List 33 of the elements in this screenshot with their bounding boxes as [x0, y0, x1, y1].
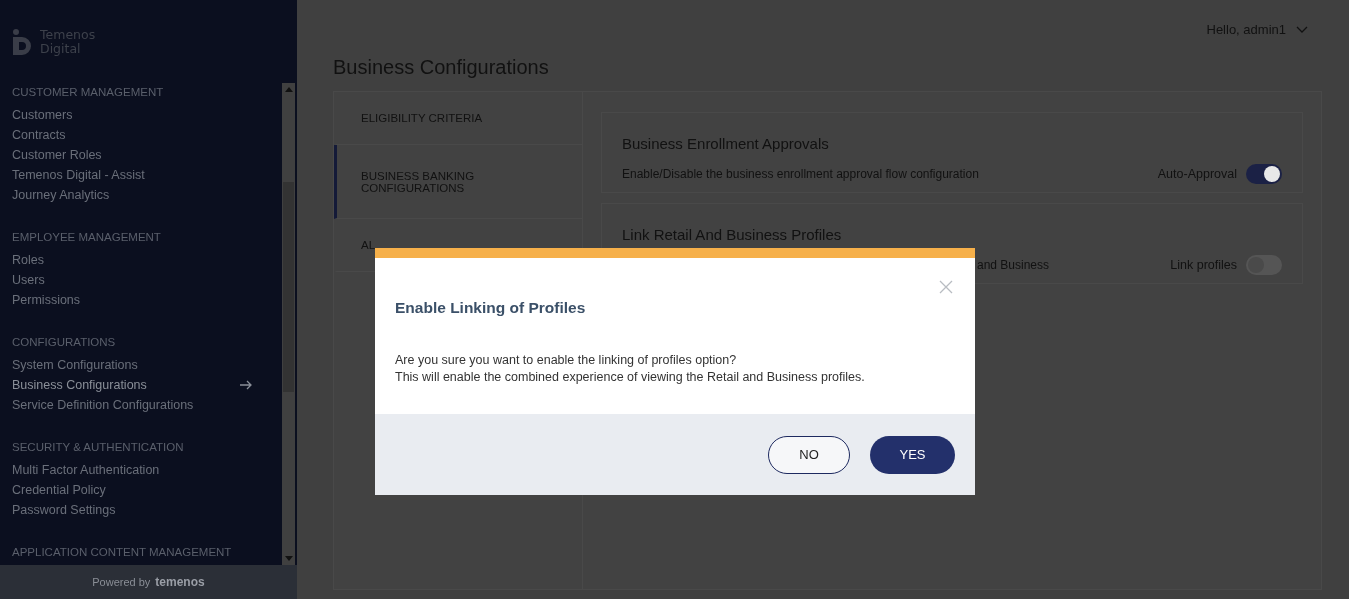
section-heading: SECURITY & AUTHENTICATION: [12, 441, 185, 453]
nav-item[interactable]: Business Configurations: [12, 375, 252, 395]
dialog-title: Enable Linking of Profiles: [395, 299, 587, 317]
nav-item[interactable]: Temenos Digital - Assist: [12, 165, 252, 185]
scrollbar-thumb[interactable]: [283, 182, 294, 392]
nav-item[interactable]: Password Settings: [12, 500, 252, 520]
section-heading: EMPLOYEE MANAGEMENT: [12, 231, 162, 243]
nav-item[interactable]: Service Definition Configurations: [12, 395, 252, 415]
brand-name: temenos: [155, 575, 205, 589]
close-icon[interactable]: [939, 280, 953, 294]
scroll-down-icon[interactable]: [284, 556, 293, 561]
chevron-down-icon: [1296, 26, 1308, 33]
nav-item[interactable]: Contracts: [12, 125, 252, 145]
section-heading: APPLICATION CONTENT MANAGEMENT: [12, 546, 233, 558]
cancel-button[interactable]: NO: [768, 435, 850, 474]
toggle-switch[interactable]: [1246, 164, 1282, 184]
section-heading: CONFIGURATIONS: [12, 336, 117, 348]
powered-by-text: Powered by: [92, 576, 151, 588]
confirm-button[interactable]: YES: [870, 435, 955, 474]
nav-item[interactable]: Multi Factor Authentication: [12, 460, 252, 480]
section-heading: CUSTOMER MANAGEMENT: [12, 86, 165, 98]
scrollbar[interactable]: [282, 83, 295, 565]
nav-item[interactable]: Credential Policy: [12, 480, 252, 500]
arrow-icon: [240, 380, 252, 390]
nav-item[interactable]: Journey Analytics: [12, 185, 252, 205]
nav-item[interactable]: Permissions: [12, 290, 252, 310]
nav-item[interactable]: System Configurations: [12, 355, 252, 375]
dialog-message: Are you sure you want to enable the linking of profiles option? This will enable the combined experience of viewing the Retail and Business profiles.: [395, 352, 866, 386]
nav-item[interactable]: Roles: [12, 250, 252, 270]
nav-item[interactable]: Customer Roles: [12, 145, 252, 165]
scroll-up-icon[interactable]: [284, 87, 293, 92]
nav-item[interactable]: Users: [12, 270, 252, 290]
nav-item[interactable]: Customers: [12, 105, 252, 125]
